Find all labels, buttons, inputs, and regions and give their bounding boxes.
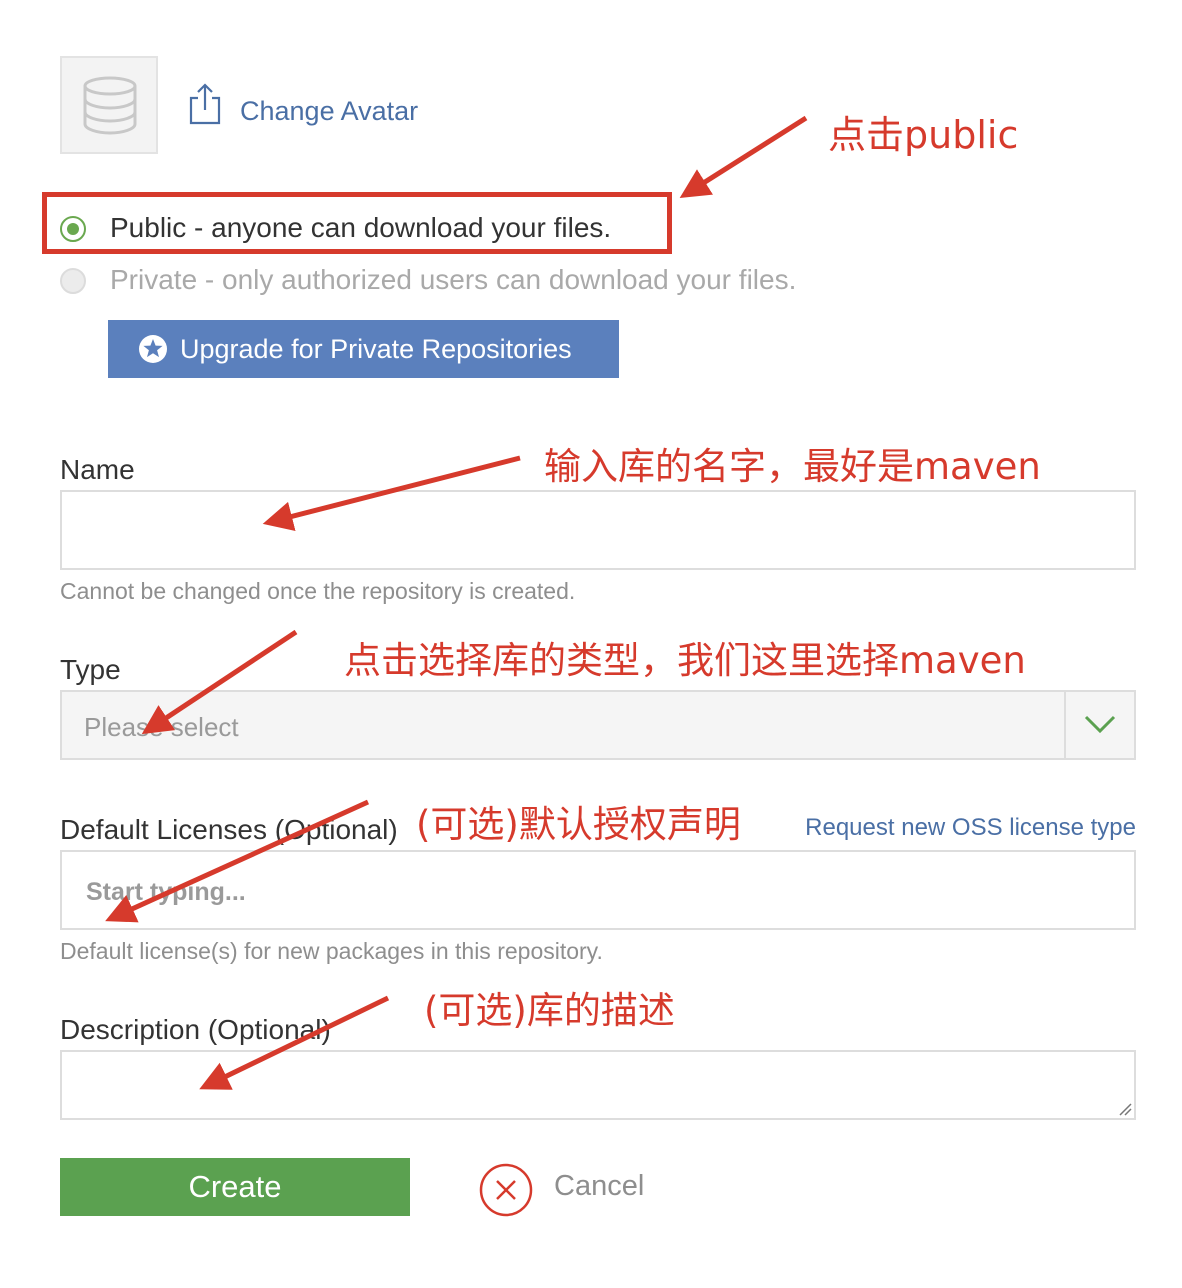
annotation-select-type: 点击选择库的类型，我们这里选择maven (344, 639, 1026, 682)
resize-grip-icon[interactable] (1118, 1102, 1132, 1116)
licenses-help-text: Default license(s) for new packages in t… (60, 938, 603, 964)
type-label: Type (60, 654, 121, 685)
create-button[interactable]: Create (60, 1158, 410, 1216)
chevron-down-icon (1084, 715, 1116, 734)
cancel-link[interactable]: Cancel (554, 1170, 644, 1203)
database-icon (83, 76, 137, 135)
repository-avatar (60, 56, 158, 154)
upgrade-label: Upgrade for Private Repositories (180, 334, 572, 364)
licenses-label: Default Licenses (Optional) (60, 814, 398, 845)
upload-icon[interactable] (188, 82, 222, 126)
upgrade-private-button[interactable]: Upgrade for Private Repositories (108, 320, 619, 378)
change-avatar-link[interactable]: Change Avatar (240, 96, 418, 127)
description-label: Description (Optional) (60, 1014, 331, 1045)
annotation-click-public: 点击public (828, 113, 1019, 157)
description-textarea[interactable] (60, 1050, 1136, 1120)
arrow-to-public (679, 115, 808, 199)
radio-private[interactable]: Private - only authorized users can down… (60, 264, 800, 298)
annotation-enter-name: 输入库的名字，最好是maven (544, 445, 1041, 488)
annotation-licenses: (可选)默认授权声明 (416, 803, 741, 846)
licenses-input[interactable]: Start typing... (60, 850, 1136, 930)
type-select-placeholder: Please select (84, 712, 239, 742)
name-help-text: Cannot be changed once the repository is… (60, 578, 576, 604)
public-highlight-box (42, 192, 672, 254)
request-license-link[interactable]: Request new OSS license type (805, 814, 1136, 842)
annotation-description: (可选)库的描述 (424, 989, 675, 1032)
star-icon (139, 335, 167, 363)
licenses-placeholder: Start typing... (86, 878, 246, 906)
name-label: Name (60, 454, 135, 485)
name-input[interactable] (60, 490, 1136, 570)
cancel-icon[interactable] (478, 1162, 534, 1218)
type-select-toggle[interactable] (1064, 692, 1134, 758)
type-select[interactable]: Please select (60, 690, 1136, 760)
radio-private-indicator[interactable] (60, 268, 86, 294)
radio-private-label: Private - only authorized users can down… (110, 264, 797, 295)
